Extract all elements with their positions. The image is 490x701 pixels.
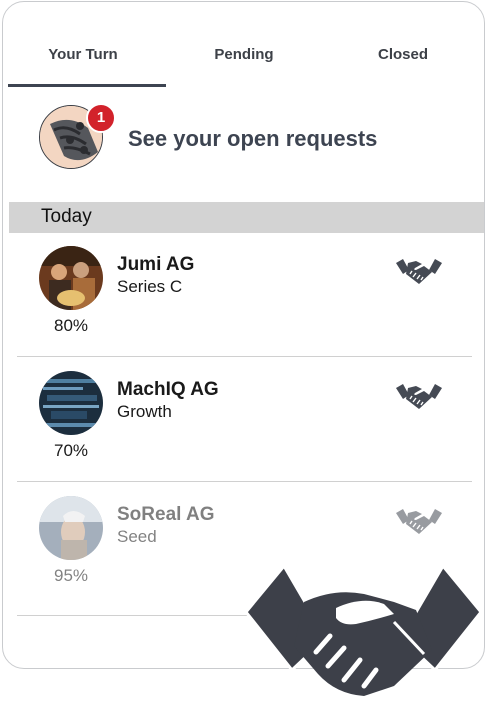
- company-avatar: [39, 496, 103, 560]
- active-tab-indicator: [8, 84, 166, 87]
- handshake-overlay-icon: [244, 563, 483, 696]
- tab-pending[interactable]: Pending: [164, 46, 324, 63]
- deal-row-machiq[interactable]: 70% MachIQ AG Growth: [17, 360, 472, 485]
- notification-badge: 1: [86, 103, 116, 133]
- handshake-icon[interactable]: [395, 382, 443, 412]
- deal-company-name: SoReal AG: [117, 504, 215, 525]
- tab-your-turn[interactable]: Your Turn: [3, 46, 163, 63]
- row-divider: [17, 481, 472, 482]
- company-avatar: [39, 371, 103, 435]
- row-divider: [17, 356, 472, 357]
- handshake-icon[interactable]: [395, 507, 443, 537]
- deal-stage: Seed: [117, 527, 157, 546]
- deal-row-jumi[interactable]: 80% Jumi AG Series C: [17, 235, 472, 360]
- tab-closed[interactable]: Closed: [323, 46, 483, 63]
- deal-company-name: Jumi AG: [117, 254, 195, 275]
- deal-stage: Series C: [117, 277, 183, 296]
- tab-bar: Your Turn Pending Closed: [3, 2, 484, 88]
- deal-stage: Growth: [117, 402, 172, 421]
- deal-company-name: MachIQ AG: [117, 379, 219, 400]
- handshake-icon[interactable]: [395, 257, 443, 287]
- open-requests-label: See your open requests: [128, 126, 378, 151]
- section-header-today: Today: [9, 202, 484, 233]
- section-title: Today: [41, 206, 92, 227]
- company-avatar: [39, 246, 103, 310]
- open-requests-banner[interactable]: 1 See your open requests: [39, 103, 459, 175]
- deal-percent: 80%: [53, 316, 89, 335]
- deal-percent: 95%: [53, 566, 89, 585]
- deal-percent: 70%: [53, 441, 89, 460]
